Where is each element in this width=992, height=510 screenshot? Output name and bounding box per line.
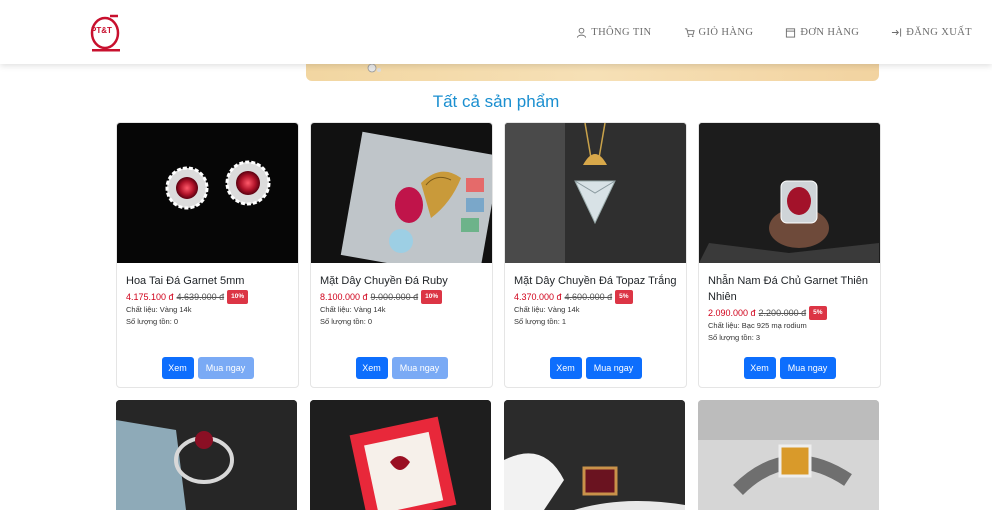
view-button[interactable]: Xem — [161, 357, 194, 379]
nav-item-label: ĐƠN HÀNG — [800, 26, 860, 38]
jewel-sparkle-image — [367, 63, 381, 73]
nav-item-orders[interactable]: ĐƠN HÀNG — [785, 27, 859, 38]
product-name[interactable]: Hoa Tai Đá Garnet 5mm — [126, 273, 289, 289]
buy-now-button[interactable]: Mua ngay — [585, 357, 642, 379]
buy-now-button[interactable]: Mua ngay — [779, 357, 836, 379]
product-price: 4.370.000 đ — [514, 292, 562, 302]
product-image[interactable] — [117, 123, 298, 263]
product-card: Mặt Dây Chuyền Đá Topaz Trắng 4.370.000 … — [504, 122, 687, 388]
product-card: Hoa Tai Đá Garnet 5mm 4.175.100 đ 4.639.… — [116, 122, 299, 388]
discount-badge: 5% — [809, 306, 827, 320]
product-image[interactable] — [311, 123, 492, 263]
view-button[interactable]: Xem — [743, 357, 776, 379]
product-image[interactable] — [698, 400, 879, 510]
product-material: Chất liệu: Vàng 14k — [320, 305, 386, 314]
product-image[interactable] — [116, 400, 297, 510]
product-material: Chất liệu: Bạc 925 mạ rodium — [708, 321, 807, 330]
product-image[interactable] — [505, 123, 686, 263]
product-image[interactable] — [699, 123, 880, 263]
product-price: 2.090.000 đ — [708, 308, 756, 318]
discount-badge: 5% — [615, 290, 633, 304]
nav-item-info[interactable]: THÔNG TIN — [576, 27, 651, 38]
product-image[interactable] — [504, 400, 685, 510]
cart-icon — [684, 27, 695, 37]
brand-logo-text: PT&T — [91, 26, 112, 35]
product-stock: Số lượng tồn: 1 — [514, 317, 567, 326]
logout-icon — [892, 27, 902, 37]
product-name[interactable]: Nhẫn Nam Đá Chủ Garnet Thiên Nhiên — [708, 273, 871, 305]
buy-now-button[interactable]: Mua ngay — [391, 357, 448, 379]
product-material: Chất liệu: Vàng 14k — [126, 305, 192, 314]
product-card: Mặt Dây Chuyền Đá Ruby 8.100.000 đ 9.000… — [310, 122, 493, 388]
buy-now-button[interactable]: Mua ngay — [197, 357, 254, 379]
product-old-price: 9.000.000 đ — [370, 292, 419, 302]
product-image[interactable] — [310, 400, 491, 510]
nav-item-label: THÔNG TIN — [591, 26, 652, 38]
product-name[interactable]: Mặt Dây Chuyền Đá Ruby — [320, 273, 483, 289]
product-name[interactable]: Mặt Dây Chuyền Đá Topaz Trắng — [514, 273, 677, 289]
product-stock: Số lượng tồn: 0 — [126, 317, 179, 326]
product-price: 8.100.000 đ — [320, 292, 368, 302]
nav-menu: THÔNG TIN GIỎ HÀNG ĐƠN HÀNG ĐĂNG XUẤT — [544, 0, 972, 64]
nav-item-logout[interactable]: ĐĂNG XUẤT — [891, 27, 972, 38]
product-old-price: 2.200.000 đ — [758, 308, 807, 318]
section-title: Tất cả sản phẩm — [432, 92, 560, 111]
nav-item-label: GIỎ HÀNG — [698, 26, 754, 38]
view-button[interactable]: Xem — [549, 357, 582, 379]
product-material: Chất liệu: Vàng 14k — [514, 305, 580, 314]
product-old-price: 4.600.000 đ — [564, 292, 613, 302]
user-icon — [577, 27, 587, 38]
product-stock: Số lượng tồn: 0 — [320, 317, 373, 326]
product-card: Nhẫn Nam Đá Chủ Garnet Thiên Nhiên 2.090… — [698, 122, 881, 388]
discount-badge: 10% — [421, 290, 443, 304]
product-old-price: 4.639.000 đ — [176, 292, 225, 302]
calendar-icon — [786, 27, 796, 38]
navbar: PT&T THÔNG TIN GIỎ HÀNG ĐƠN HÀNG ĐĂNG XU… — [0, 0, 992, 64]
product-stock: Số lượng tồn: 3 — [708, 333, 761, 342]
product-price: 4.175.100 đ — [126, 292, 174, 302]
nav-item-label: ĐĂNG XUẤT — [906, 26, 972, 38]
discount-badge: 10% — [227, 290, 249, 304]
view-button[interactable]: Xem — [355, 357, 388, 379]
nav-item-cart[interactable]: GIỎ HÀNG — [684, 27, 754, 38]
